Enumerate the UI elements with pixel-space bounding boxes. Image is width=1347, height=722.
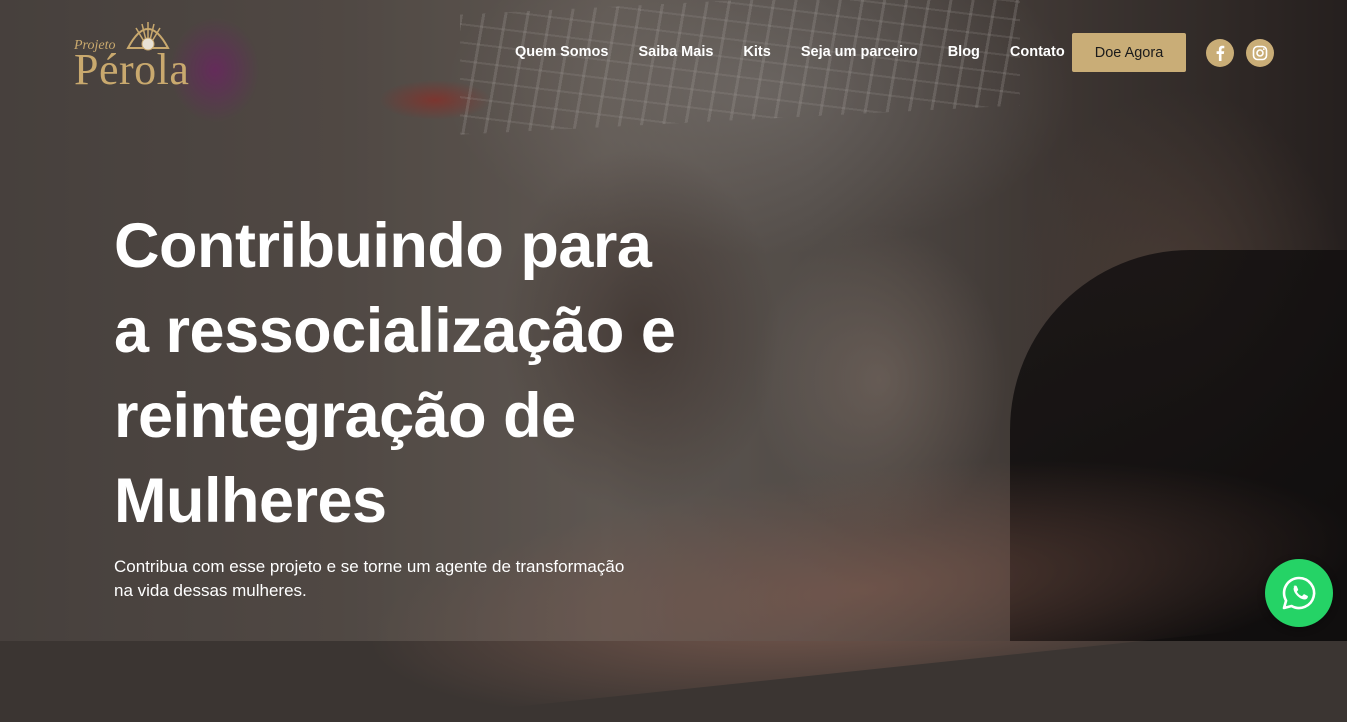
- hero-title-line: a ressocialização e: [114, 296, 676, 366]
- nav-item-blog[interactable]: Blog: [933, 44, 995, 60]
- hero-title-line: Contribuindo para: [114, 211, 652, 281]
- brand-name: Pérola: [74, 45, 190, 94]
- instagram-glyph: [1252, 45, 1268, 61]
- brand-logo[interactable]: Projeto Pérola: [74, 16, 214, 92]
- nav-item-saiba-mais[interactable]: Saiba Mais: [623, 44, 728, 60]
- hero-title: Contribuindo para a ressocialização e re…: [114, 204, 754, 544]
- hero-subtitle: Contribua com esse projeto e se torne um…: [114, 555, 674, 603]
- facebook-glyph: [1216, 45, 1225, 61]
- instagram-icon[interactable]: [1246, 39, 1274, 67]
- donate-button[interactable]: Doe Agora: [1072, 33, 1186, 72]
- hero-subtitle-line: na vida dessas mulheres.: [114, 581, 307, 600]
- whatsapp-icon: [1282, 576, 1316, 610]
- nav-item-seja-um-parceiro[interactable]: Seja um parceiro: [786, 44, 933, 60]
- facebook-icon[interactable]: [1206, 39, 1234, 67]
- nav-item-kits[interactable]: Kits: [728, 44, 785, 60]
- main-nav: Quem Somos Saiba Mais Kits Seja um parce…: [500, 33, 1080, 71]
- hero-title-line: Mulheres: [114, 466, 387, 536]
- nav-item-quem-somos[interactable]: Quem Somos: [500, 44, 623, 60]
- hero-title-line: reintegração de: [114, 381, 576, 451]
- whatsapp-button[interactable]: [1265, 559, 1333, 627]
- nav-item-contato[interactable]: Contato: [995, 44, 1080, 60]
- hero-subtitle-line: Contribua com esse projeto e se torne um…: [114, 557, 625, 576]
